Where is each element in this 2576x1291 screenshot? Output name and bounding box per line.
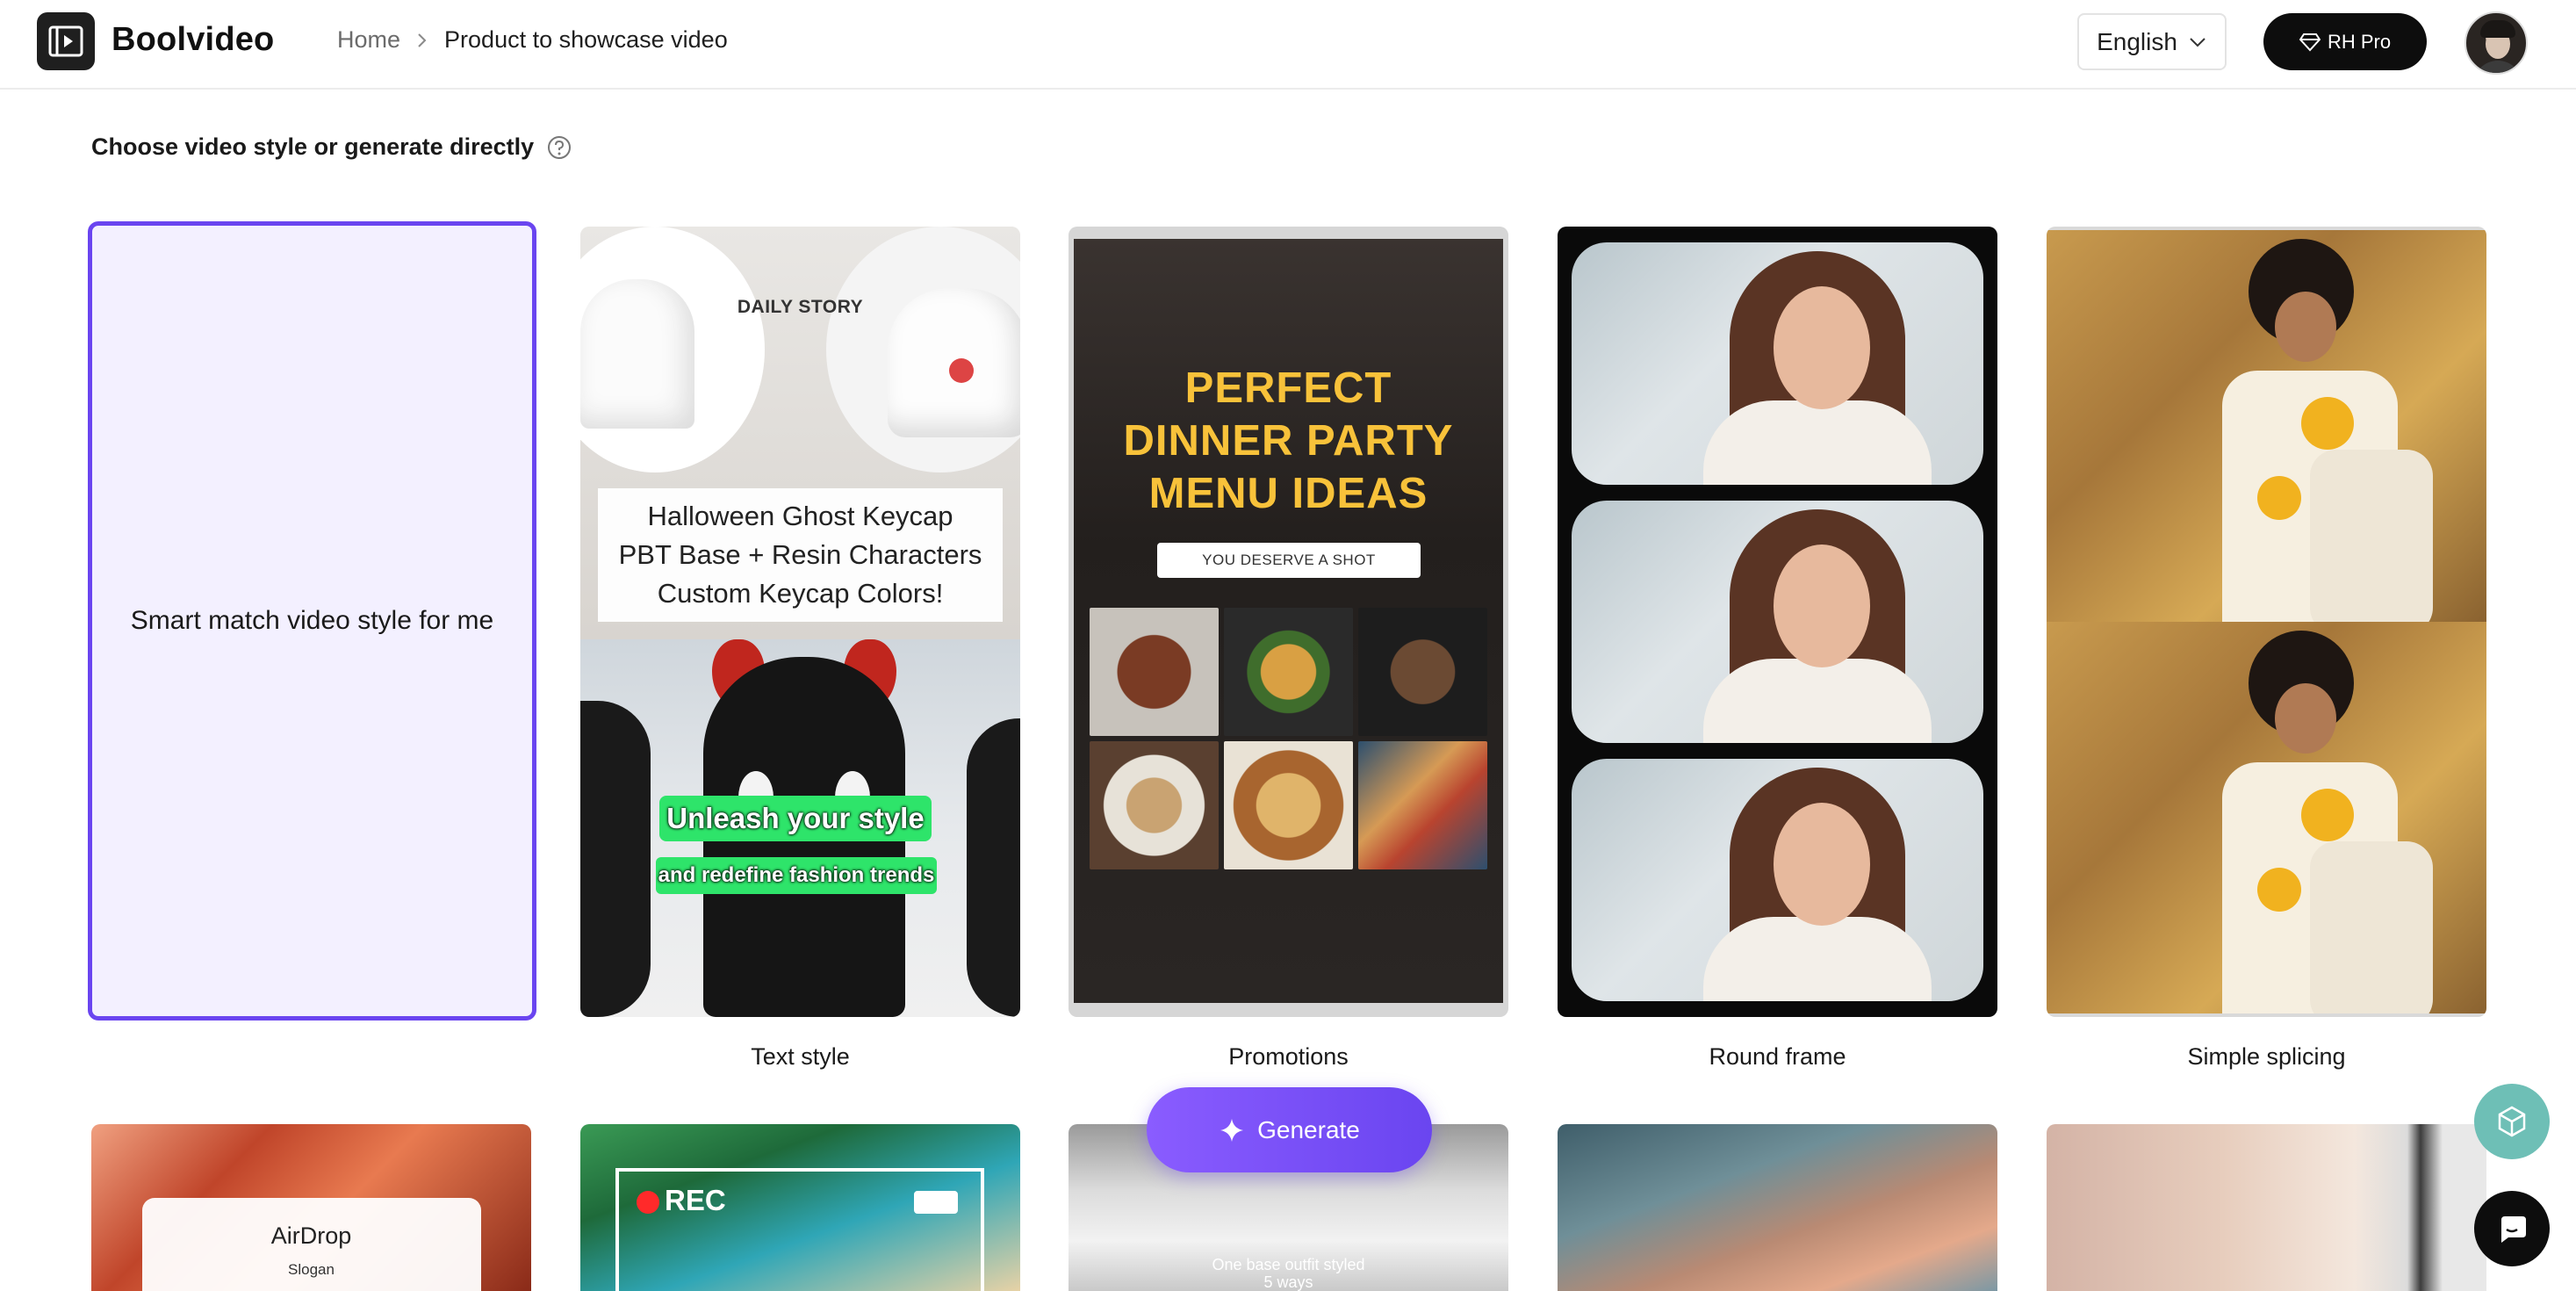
help-icon[interactable] [546, 134, 572, 161]
airdrop-style-card[interactable]: AirDrop Slogan [91, 1124, 531, 1291]
cube-icon [2498, 1106, 2526, 1137]
round-frame-caption: Round frame [1709, 1043, 1846, 1070]
text-style-headline-box: Halloween Ghost Keycap PBT Base + Resin … [598, 488, 1003, 622]
smart-match-label: Smart match video style for me [130, 606, 494, 635]
text-style-caption: Text style [751, 1043, 850, 1070]
simple-splicing-caption: Simple splicing [2187, 1043, 2346, 1070]
top-bar: Boolvideo Home Product to showcase video… [0, 0, 2576, 90]
text-style-daily: DAILY STORY [737, 297, 864, 317]
text-style-line3: Custom Keycap Colors! [657, 578, 944, 609]
chat-fab[interactable] [2474, 1191, 2550, 1266]
breadcrumb-home[interactable]: Home [337, 26, 400, 54]
promotions-title: PERFECT DINNER PARTY MENU IDEAS [1074, 362, 1503, 520]
smart-match-card[interactable]: Smart match video style for me [88, 221, 536, 1021]
avatar[interactable] [2464, 11, 2528, 75]
assistant-fab[interactable] [2474, 1084, 2550, 1159]
airdrop-title: AirDrop [270, 1222, 352, 1249]
section-title: Choose video style or generate directly [91, 133, 572, 161]
diamond-icon [2299, 32, 2321, 51]
chevron-right-icon [416, 32, 428, 49]
chevron-down-icon [2190, 37, 2205, 47]
simple-splicing-card[interactable] [2047, 227, 2486, 1017]
text-style-tag2: and redefine fashion trends [656, 857, 937, 894]
text-style-line2: PBT Base + Resin Characters [618, 539, 982, 570]
rec-label: REC [665, 1184, 726, 1216]
brand-name[interactable]: Boolvideo [112, 21, 274, 59]
section-title-text: Choose video style or generate directly [91, 133, 535, 160]
promotions-title-line2: DINNER PARTY [1123, 417, 1454, 465]
promotions-card[interactable]: PERFECT DINNER PARTY MENU IDEAS YOU DESE… [1069, 227, 1508, 1017]
sparkle-icon [1220, 1118, 1244, 1142]
outfit-text: One base outfit styled 5 ways [1069, 1256, 1508, 1291]
rec-style-card[interactable]: REC [580, 1124, 1020, 1291]
round-frame-card[interactable] [1558, 227, 1997, 1017]
chat-icon [2501, 1216, 2526, 1243]
promotions-title-line3: MENU IDEAS [1148, 470, 1428, 517]
text-style-tag1: Unleash your style [659, 796, 932, 841]
record-dot-icon [637, 1191, 659, 1214]
battery-icon [914, 1191, 958, 1214]
promotions-subtitle: YOU DESERVE A SHOT [1157, 543, 1421, 578]
text-style-card[interactable]: DAILY STORY Halloween Ghost Keycap PBT B… [580, 227, 1020, 1017]
pro-button[interactable]: RH Pro [2263, 13, 2427, 70]
promotions-title-line1: PERFECT [1184, 364, 1392, 412]
logo-icon[interactable] [37, 12, 95, 70]
airdrop-subtitle: Slogan [288, 1261, 335, 1278]
promotions-caption: Promotions [1228, 1043, 1349, 1070]
text-style-line1: Halloween Ghost Keycap [647, 501, 953, 531]
language-label: English [2097, 27, 2177, 55]
pro-label: RH Pro [2327, 30, 2392, 53]
outfit-line2: 5 ways [1263, 1273, 1313, 1291]
breadcrumb-current: Product to showcase video [444, 26, 728, 53]
breadcrumb: Home Product to showcase video [337, 26, 728, 54]
generate-label: Generate [1257, 1115, 1360, 1143]
outfit-line1: One base outfit styled [1212, 1256, 1365, 1273]
promotions-food-grid [1090, 608, 1488, 869]
language-select[interactable]: English [2077, 13, 2227, 70]
sky-style-card[interactable] [1558, 1124, 1997, 1291]
interior-style-card[interactable] [2047, 1124, 2486, 1291]
generate-button[interactable]: Generate [1147, 1087, 1432, 1172]
